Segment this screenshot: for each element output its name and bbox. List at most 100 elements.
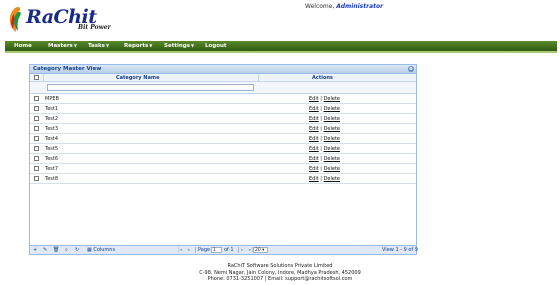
nav-reports-label: Reports bbox=[124, 43, 149, 49]
table-row[interactable]: Test4 Edit | Delete bbox=[30, 134, 416, 144]
columns-icon: ▦ bbox=[87, 247, 92, 253]
nav-tasks[interactable]: Tasks▼ bbox=[88, 43, 109, 49]
actions-cell: Edit | Delete bbox=[309, 116, 340, 122]
row-checkbox[interactable] bbox=[34, 156, 39, 161]
nav-home[interactable]: Home bbox=[14, 43, 32, 49]
edit-link[interactable]: Edit bbox=[309, 156, 319, 162]
delete-link[interactable]: Delete bbox=[324, 106, 340, 112]
actions-cell: Edit | Delete bbox=[309, 146, 340, 152]
page-footer: RaChiT Software Solutions Private Limite… bbox=[150, 263, 410, 283]
nav-logout[interactable]: Logout bbox=[205, 43, 227, 49]
table-row[interactable]: Test2 Edit | Delete bbox=[30, 114, 416, 124]
edit-link[interactable]: Edit bbox=[309, 146, 319, 152]
category-name-cell: Test4 bbox=[45, 136, 59, 142]
delete-icon[interactable]: 🗑 bbox=[53, 247, 59, 253]
next-page-icon[interactable]: ▸ bbox=[241, 247, 244, 253]
actions-cell: Edit | Delete bbox=[309, 176, 340, 182]
edit-link[interactable]: Edit bbox=[309, 166, 319, 172]
category-name-filter-input[interactable] bbox=[47, 84, 254, 91]
actions-cell: Edit | Delete bbox=[309, 166, 340, 172]
delete-link[interactable]: Delete bbox=[324, 116, 340, 122]
pager-separator bbox=[195, 247, 196, 253]
nav-settings[interactable]: Settings▼ bbox=[164, 43, 194, 49]
chevron-down-icon: ▼ bbox=[73, 43, 77, 48]
table-row[interactable]: MPEB Edit | Delete bbox=[30, 94, 416, 104]
chevron-down-icon: ▼ bbox=[105, 43, 110, 48]
category-grid-panel: Category Master View ⊗ Category Name Act… bbox=[29, 64, 418, 255]
page-count-label: of 1 bbox=[224, 247, 234, 253]
row-checkbox[interactable] bbox=[34, 126, 39, 131]
category-name-cell: Test1 bbox=[45, 106, 59, 112]
table-row[interactable]: Test7 Edit | Delete bbox=[30, 164, 416, 174]
nav-masters-label: Masters bbox=[48, 43, 73, 49]
delete-link[interactable]: Delete bbox=[324, 166, 340, 172]
select-all-checkbox[interactable] bbox=[34, 75, 39, 80]
table-row[interactable]: Test3 Edit | Delete bbox=[30, 124, 416, 134]
panel-title: Category Master View bbox=[33, 66, 102, 72]
delete-link[interactable]: Delete bbox=[324, 136, 340, 142]
row-checkbox[interactable] bbox=[34, 136, 39, 141]
brand-tagline: Bit Power bbox=[78, 24, 111, 31]
table-row[interactable]: Test6 Edit | Delete bbox=[30, 154, 416, 164]
category-name-cell: Test2 bbox=[45, 116, 59, 122]
row-checkbox[interactable] bbox=[34, 96, 39, 101]
page-number-input[interactable]: 1 bbox=[211, 247, 222, 253]
welcome-message: Welcome, Administrator bbox=[305, 3, 383, 10]
footer-contact: Phone: 0731-3251007 | Email: support@rac… bbox=[207, 276, 353, 282]
category-name-cell: Test7 bbox=[45, 166, 59, 172]
main-navbar: Home Masters▼ Tasks▼ Reports▼ Settings▼ … bbox=[5, 41, 557, 53]
edit-link[interactable]: Edit bbox=[309, 136, 319, 142]
table-row[interactable]: Test1 Edit | Delete bbox=[30, 104, 416, 114]
panel-title-bar: Category Master View ⊗ bbox=[30, 65, 416, 74]
logo: RaChit Bit Power bbox=[6, 4, 116, 36]
delete-link[interactable]: Delete bbox=[324, 96, 340, 102]
page-size-select[interactable]: 20 ▾ bbox=[253, 247, 268, 253]
row-checkbox[interactable] bbox=[34, 116, 39, 121]
chevron-down-icon: ▼ bbox=[190, 43, 195, 48]
nav-home-label: Home bbox=[14, 43, 32, 49]
delete-link[interactable]: Delete bbox=[324, 126, 340, 132]
row-checkbox[interactable] bbox=[34, 146, 39, 151]
search-icon[interactable]: ⌕ bbox=[65, 247, 68, 253]
column-header-actions: Actions bbox=[312, 75, 333, 81]
row-checkbox[interactable] bbox=[34, 166, 39, 171]
page-size-value: 20 bbox=[255, 248, 261, 253]
actions-cell: Edit | Delete bbox=[309, 136, 340, 142]
row-checkbox[interactable] bbox=[34, 106, 39, 111]
nav-tasks-label: Tasks bbox=[88, 43, 105, 49]
edit-link[interactable]: Edit bbox=[309, 126, 319, 132]
delete-link[interactable]: Delete bbox=[324, 156, 340, 162]
column-header-category-name[interactable]: Category Name bbox=[116, 75, 159, 81]
actions-cell: Edit | Delete bbox=[309, 126, 340, 132]
edit-link[interactable]: Edit bbox=[309, 96, 319, 102]
table-row[interactable]: Test5 Edit | Delete bbox=[30, 144, 416, 154]
edit-icon[interactable]: ✎ bbox=[43, 247, 47, 253]
first-page-icon[interactable]: |◂ bbox=[178, 247, 182, 253]
add-icon[interactable]: + bbox=[33, 247, 37, 253]
welcome-user: Administrator bbox=[336, 3, 384, 10]
delete-link[interactable]: Delete bbox=[324, 146, 340, 152]
columns-button[interactable]: ▦ Columns bbox=[87, 247, 115, 253]
prev-page-icon[interactable]: ◂ bbox=[187, 247, 190, 253]
edit-link[interactable]: Edit bbox=[309, 116, 319, 122]
refresh-icon[interactable]: ↻ bbox=[75, 247, 79, 253]
table-row[interactable]: Test8 Edit | Delete bbox=[30, 174, 416, 184]
chevron-down-icon: ▾ bbox=[262, 248, 265, 253]
category-name-cell: Test5 bbox=[45, 146, 59, 152]
delete-link[interactable]: Delete bbox=[324, 176, 340, 182]
column-divider bbox=[43, 74, 44, 81]
edit-link[interactable]: Edit bbox=[309, 176, 319, 182]
actions-cell: Edit | Delete bbox=[309, 96, 340, 102]
collapse-icon[interactable]: ⊗ bbox=[408, 66, 414, 72]
columns-label: Columns bbox=[93, 247, 116, 253]
category-name-cell: MPEB bbox=[45, 96, 59, 102]
nav-settings-label: Settings bbox=[164, 43, 190, 49]
welcome-prefix: Welcome, bbox=[305, 3, 335, 10]
edit-link[interactable]: Edit bbox=[309, 106, 319, 112]
nav-masters[interactable]: Masters▼ bbox=[48, 43, 77, 49]
row-checkbox[interactable] bbox=[34, 176, 39, 181]
view-info: View 1 - 9 of 9 bbox=[382, 247, 418, 253]
grid-pager: + ✎ 🗑 ⌕ ↻ ▦ Columns |◂ ◂ Page 1 of 1 ▸ ▸… bbox=[30, 245, 418, 254]
grid-header: Category Name Actions bbox=[30, 74, 416, 82]
nav-reports[interactable]: Reports▼ bbox=[124, 43, 152, 49]
